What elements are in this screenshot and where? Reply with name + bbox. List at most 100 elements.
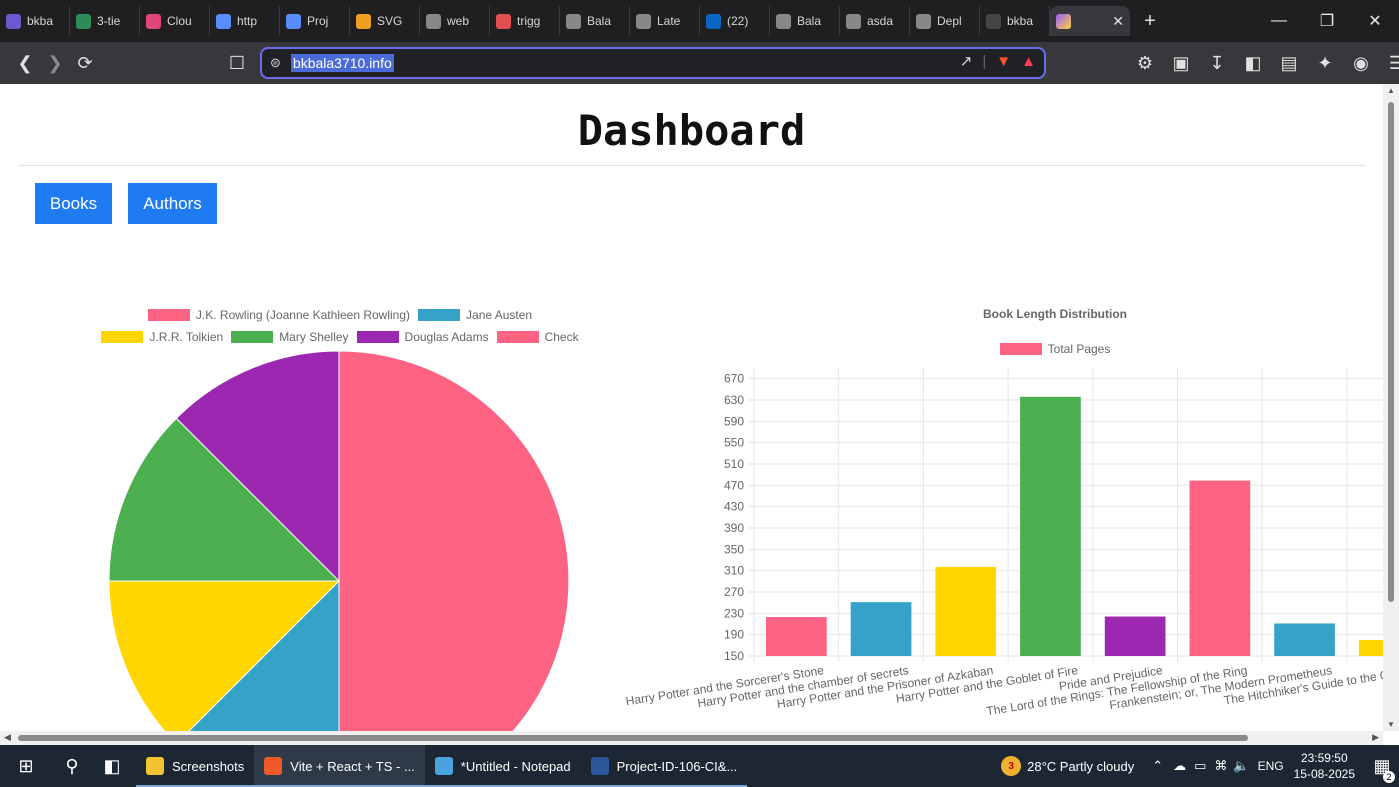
browser-tab[interactable]: bkba xyxy=(980,6,1050,36)
pie-legend-item[interactable]: J.K. Rowling (Joanne Kathleen Rowling) xyxy=(147,308,410,322)
bar[interactable] xyxy=(1104,616,1166,656)
windows-start-icon[interactable]: ⊞ xyxy=(0,745,52,787)
browser-tab[interactable]: Bala xyxy=(770,6,840,36)
horizontal-scroll-thumb[interactable] xyxy=(18,735,1248,741)
tab-favicon-icon xyxy=(496,13,511,29)
menu-icon[interactable]: ☰ xyxy=(1382,48,1399,78)
wifi-icon[interactable]: ⌘ xyxy=(1214,758,1227,774)
horizontal-scrollbar[interactable]: ◀ ▶ xyxy=(0,731,1383,745)
taskbar-app-label: Vite + React + TS - ... xyxy=(290,758,415,774)
onedrive-icon[interactable]: ☁ xyxy=(1173,758,1186,774)
pie-legend-item[interactable]: J.R.R. Tolkien xyxy=(101,330,223,344)
leo-ai-icon[interactable]: ✦ xyxy=(1310,48,1340,78)
pie-slice[interactable] xyxy=(338,350,570,731)
browser-tab[interactable]: bkba xyxy=(0,6,70,36)
tab-label: Proj xyxy=(307,14,329,28)
tray-overflow-icon[interactable]: ⌃ xyxy=(1152,758,1163,774)
notification-center-icon[interactable]: ▦ 2 xyxy=(1365,756,1399,783)
taskbar-app-label: Screenshots xyxy=(172,758,245,774)
legend-swatch xyxy=(101,331,144,343)
language-indicator[interactable]: ENG xyxy=(1258,759,1284,773)
tab-favicon-icon xyxy=(76,13,91,29)
screenshot-icon[interactable]: ▣ xyxy=(1166,48,1196,78)
volume-icon[interactable]: 🔈 xyxy=(1233,758,1249,774)
tab-favicon-icon xyxy=(216,13,231,29)
back-icon[interactable]: ❮ xyxy=(10,48,40,78)
extensions-icon[interactable]: ⚙ xyxy=(1130,48,1160,78)
browser-tab[interactable]: http xyxy=(210,6,280,36)
restore-button[interactable]: ❐ xyxy=(1303,0,1351,42)
minimize-button[interactable]: — xyxy=(1255,0,1303,42)
tab-favicon-icon xyxy=(356,13,371,29)
browser-tab[interactable]: (22) xyxy=(700,6,770,36)
bar[interactable] xyxy=(1358,640,1383,656)
bar[interactable] xyxy=(1274,623,1335,656)
scroll-up-icon[interactable]: ▲ xyxy=(1386,86,1396,95)
bar[interactable] xyxy=(850,602,912,656)
scroll-left-icon[interactable]: ◀ xyxy=(4,732,11,743)
bar[interactable] xyxy=(1189,480,1251,656)
site-settings-icon[interactable]: ⊜ xyxy=(270,55,281,71)
pie-legend-item[interactable]: Jane Austen xyxy=(418,308,532,322)
bar[interactable] xyxy=(935,566,997,656)
battery-icon[interactable]: ▭ xyxy=(1194,758,1206,774)
clock-date: 15-08-2025 xyxy=(1293,767,1355,781)
forward-icon[interactable]: ❯ xyxy=(40,48,70,78)
y-tick-label: 270 xyxy=(724,585,744,599)
weather-text[interactable]: 28°C Partly cloudy xyxy=(1027,759,1134,774)
close-tab-icon[interactable]: ✕ xyxy=(1112,13,1124,30)
legend-label: J.R.R. Tolkien xyxy=(149,330,224,344)
browser-tab[interactable]: Proj xyxy=(280,6,350,36)
taskbar-app[interactable]: Project-ID-106-CI&... xyxy=(580,745,748,787)
address-bar[interactable]: ⊜ bkbala3710.info ↗ | ▼ ▲ xyxy=(260,47,1046,79)
bookmark-icon[interactable]: ☐ xyxy=(222,48,252,78)
pie-legend-item[interactable]: Douglas Adams xyxy=(356,330,489,344)
y-tick-label: 150 xyxy=(724,649,744,663)
browser-tab-active[interactable]: ✕ xyxy=(1050,6,1130,36)
vertical-scrollbar[interactable]: ▲ ▼ xyxy=(1383,84,1399,731)
legend-swatch xyxy=(496,331,539,343)
brave-rewards-icon[interactable]: ▲ xyxy=(1021,53,1036,70)
vite-icon xyxy=(1056,13,1071,29)
browser-tab[interactable]: web xyxy=(420,6,490,36)
browser-tab[interactable]: Bala xyxy=(560,6,630,36)
close-window-button[interactable]: ✕ xyxy=(1351,0,1399,42)
vpn-icon[interactable]: ◉ xyxy=(1346,48,1376,78)
new-tab-button[interactable]: + xyxy=(1136,10,1164,33)
downloads-icon[interactable]: ↧ xyxy=(1202,48,1232,78)
sidebar-icon[interactable]: ◧ xyxy=(1238,48,1268,78)
share-icon[interactable]: ↗ xyxy=(960,52,973,70)
url-text[interactable]: bkbala3710.info xyxy=(290,54,394,72)
scroll-down-icon[interactable]: ▼ xyxy=(1386,720,1396,729)
tab-label: Bala xyxy=(797,14,822,28)
search-icon[interactable]: ⚲ xyxy=(52,745,92,787)
clock[interactable]: 23:59:50 15-08-2025 xyxy=(1294,750,1355,782)
bar[interactable] xyxy=(1020,396,1081,656)
browser-tab[interactable]: asda xyxy=(840,6,910,36)
browser-tab[interactable]: SVG xyxy=(350,6,420,36)
taskbar-app-label: Project-ID-106-CI&... xyxy=(616,758,738,774)
scroll-right-icon[interactable]: ▶ xyxy=(1372,732,1379,743)
browser-tab[interactable]: 3-tie xyxy=(70,6,140,36)
taskbar-app[interactable]: Vite + React + TS - ... xyxy=(254,745,425,787)
bar-chart-title: Book Length Distribution xyxy=(983,307,1127,321)
vertical-scroll-thumb[interactable] xyxy=(1388,102,1394,602)
pie-legend-item[interactable]: Mary Shelley xyxy=(231,330,349,344)
browser-tab[interactable]: Late xyxy=(630,6,700,36)
tab-label: Clou xyxy=(167,14,192,28)
task-view-icon[interactable]: ◧ xyxy=(92,745,132,787)
wallet-icon[interactable]: ▤ xyxy=(1274,48,1304,78)
y-tick-label: 510 xyxy=(724,457,744,471)
brave-shields-icon[interactable]: ▼ xyxy=(996,53,1011,70)
browser-tab[interactable]: Depl xyxy=(910,6,980,36)
weather-icon[interactable]: 3 xyxy=(1001,756,1022,776)
y-tick-label: 470 xyxy=(724,478,744,492)
taskbar-app[interactable]: Screenshots xyxy=(136,745,255,787)
browser-tab[interactable]: trigg xyxy=(490,6,560,36)
pie-legend-item[interactable]: Check xyxy=(496,330,579,344)
bar[interactable] xyxy=(766,617,827,656)
taskbar-app[interactable]: *Untitled - Notepad xyxy=(424,745,581,787)
tab-label: (22) xyxy=(727,14,749,28)
reload-icon[interactable]: ⟳ xyxy=(70,48,100,78)
browser-tab[interactable]: Clou xyxy=(140,6,210,36)
